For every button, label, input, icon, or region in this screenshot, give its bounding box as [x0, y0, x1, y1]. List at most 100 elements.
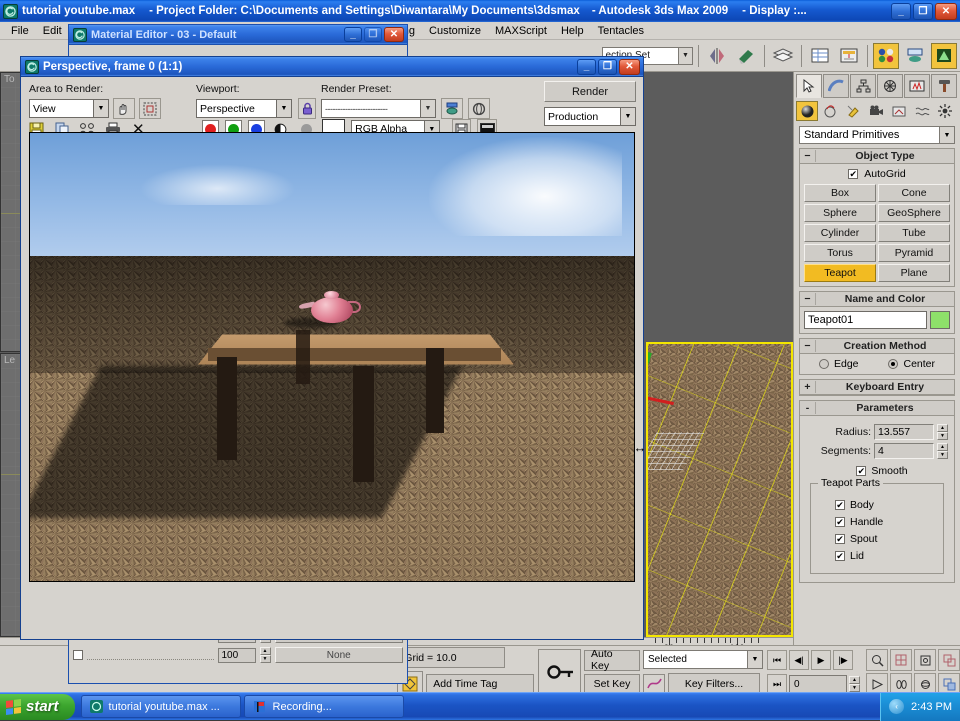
schematic-view-icon[interactable]: [836, 42, 862, 69]
auto-region-selected-icon[interactable]: [139, 98, 161, 119]
clock[interactable]: 2:43 PM: [911, 701, 952, 713]
rendered-frame-window[interactable]: Perspective, frame 0 (1:1) _ ❐ ✕ Area to…: [20, 56, 644, 640]
parameters-header[interactable]: - Parameters: [800, 401, 954, 416]
chevron-down-icon[interactable]: ▼: [276, 100, 291, 117]
key-filters-button[interactable]: Key Filters...: [668, 673, 760, 694]
render-production-icon[interactable]: [931, 42, 957, 69]
teapot-part-lid-row[interactable]: ✔ Lid: [835, 550, 937, 562]
rollout-collapse-icon[interactable]: −: [800, 150, 816, 162]
zoom-extents-icon[interactable]: [914, 649, 936, 671]
align-icon[interactable]: [733, 42, 759, 69]
rendered-image[interactable]: [29, 132, 635, 582]
hierarchy-tab[interactable]: [850, 74, 876, 98]
menu-edit[interactable]: Edit: [36, 24, 69, 38]
start-button[interactable]: start: [0, 693, 75, 720]
rollout-expand-icon[interactable]: +: [800, 381, 816, 393]
app-restore-button[interactable]: ❐: [913, 2, 933, 20]
shapes-icon[interactable]: [819, 101, 841, 121]
render-button[interactable]: Render: [544, 81, 636, 102]
set-key-mode-button[interactable]: [538, 649, 581, 695]
body-checkbox[interactable]: ✔: [835, 500, 845, 510]
object-button-sphere[interactable]: Sphere: [804, 204, 876, 222]
object-button-plane[interactable]: Plane: [878, 264, 950, 282]
render-minimize-button[interactable]: _: [577, 58, 596, 75]
creation-method-edge-option[interactable]: Edge: [818, 358, 859, 370]
play-animation-button[interactable]: ▶: [811, 650, 831, 670]
motion-tab[interactable]: [877, 74, 903, 98]
viewport-dropdown[interactable]: Perspective ▼: [196, 99, 292, 118]
object-button-tube[interactable]: Tube: [878, 224, 950, 242]
autogrid-checkbox[interactable]: ✔: [848, 169, 859, 179]
chevron-down-icon[interactable]: ▼: [747, 651, 762, 668]
zoom-extents-all-icon[interactable]: [938, 649, 960, 671]
create-tab[interactable]: [796, 74, 822, 98]
render-preset-dropdown[interactable]: ------------------------- ▼: [321, 99, 436, 118]
helpers-icon[interactable]: [888, 101, 910, 121]
geometry-icon[interactable]: [796, 101, 818, 121]
area-to-render-dropdown[interactable]: View ▼: [29, 99, 109, 118]
category-dropdown[interactable]: Standard Primitives ▼: [799, 126, 955, 144]
key-mode-dropdown[interactable]: Selected ▼: [643, 650, 763, 669]
rollout-collapse-icon[interactable]: −: [800, 340, 816, 352]
spout-checkbox[interactable]: ✔: [835, 534, 845, 544]
object-button-cylinder[interactable]: Cylinder: [804, 224, 876, 242]
render-setup-dialog-icon[interactable]: [441, 98, 463, 119]
keyboard-entry-header[interactable]: + Keyboard Entry: [800, 380, 954, 395]
layer-manager-icon[interactable]: [770, 42, 796, 69]
object-button-cone[interactable]: Cone: [878, 184, 950, 202]
map-amount-spinner[interactable]: ▲▼: [259, 647, 271, 663]
menu-file[interactable]: File: [4, 24, 36, 38]
center-radio[interactable]: [888, 359, 899, 369]
menu-customize[interactable]: Customize: [422, 24, 488, 38]
creation-method-center-option[interactable]: Center: [888, 358, 935, 370]
object-color-swatch[interactable]: [930, 311, 950, 329]
smooth-checkbox[interactable]: ✔: [856, 466, 867, 476]
rollout-collapse-icon[interactable]: -: [800, 402, 816, 414]
teapot-part-spout-row[interactable]: ✔ Spout: [835, 533, 937, 545]
handle-checkbox[interactable]: ✔: [835, 517, 845, 527]
curve-filter-icon[interactable]: [643, 673, 665, 694]
segments-spinner[interactable]: ▲ ▼: [937, 443, 948, 459]
map-slot-button[interactable]: None: [274, 647, 403, 663]
render-restore-button[interactable]: ❐: [598, 58, 617, 75]
render-mode-dropdown[interactable]: Production ▼: [544, 107, 636, 126]
systems-icon[interactable]: [934, 101, 956, 121]
previous-frame-button[interactable]: ◀|: [789, 650, 809, 670]
taskbar-item-max[interactable]: tutorial youtube.max ...: [80, 695, 241, 718]
lid-checkbox[interactable]: ✔: [835, 551, 845, 561]
map-amount-input[interactable]: 100: [217, 647, 256, 663]
mirror-icon[interactable]: [704, 42, 730, 69]
environment-dialog-icon[interactable]: [468, 98, 490, 119]
object-type-header[interactable]: − Object Type: [800, 149, 954, 164]
material-editor-icon[interactable]: [873, 42, 899, 69]
space-warps-icon[interactable]: [911, 101, 933, 121]
taskbar-item-recording[interactable]: Recording...: [243, 695, 404, 718]
object-name-input[interactable]: Teapot01: [804, 311, 927, 329]
go-to-end-button[interactable]: ⏭: [767, 674, 787, 694]
object-button-pyramid[interactable]: Pyramid: [878, 244, 950, 262]
zoom-icon[interactable]: [866, 649, 888, 671]
rollout-collapse-icon[interactable]: −: [800, 293, 816, 305]
object-button-geosphere[interactable]: GeoSphere: [878, 204, 950, 222]
cameras-icon[interactable]: [865, 101, 887, 121]
utilities-tab[interactable]: [931, 74, 957, 98]
auto-key-button[interactable]: Auto Key: [584, 648, 640, 672]
go-to-start-button[interactable]: ⏮: [767, 650, 787, 670]
curve-editor-icon[interactable]: [807, 42, 833, 69]
object-button-torus[interactable]: Torus: [804, 244, 876, 262]
map-enable-checkbox[interactable]: [73, 650, 83, 660]
viewport-perspective[interactable]: [646, 342, 793, 637]
lights-icon[interactable]: [842, 101, 864, 121]
app-minimize-button[interactable]: _: [891, 2, 911, 20]
render-setup-icon[interactable]: [902, 42, 928, 69]
app-close-button[interactable]: ✕: [935, 2, 957, 20]
menu-maxscript[interactable]: MAXScript: [488, 24, 554, 38]
material-editor-minimize-button[interactable]: _: [344, 27, 362, 42]
chevron-down-icon[interactable]: ▼: [93, 100, 108, 117]
tray-expand-chevron-icon[interactable]: ‹: [889, 699, 905, 714]
edge-radio[interactable]: [818, 359, 829, 369]
frame-spinner[interactable]: ▲ ▼: [849, 676, 860, 692]
creation-method-header[interactable]: − Creation Method: [800, 339, 954, 354]
chevron-down-icon[interactable]: ▼: [678, 47, 692, 64]
radius-input[interactable]: 13.557: [874, 424, 934, 440]
